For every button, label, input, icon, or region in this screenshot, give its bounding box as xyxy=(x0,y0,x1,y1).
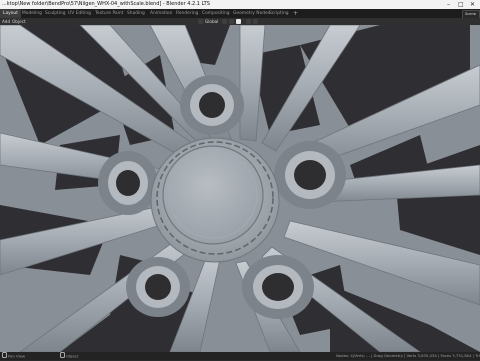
status-object-text: Object xyxy=(66,353,79,359)
add-workspace-button[interactable]: + xyxy=(293,9,298,18)
window-titlebar: ...ktop\New folder\BendPro\57\Nilgen_WHX… xyxy=(0,0,480,9)
tab-modeling[interactable]: Modeling xyxy=(22,9,42,18)
wheel-render xyxy=(0,25,480,352)
status-object: Object xyxy=(60,352,78,361)
window-title: ...ktop\New folder\BendPro\57\Nilgen_WHX… xyxy=(2,1,210,7)
snap-target-icon[interactable] xyxy=(236,19,241,24)
tab-shading[interactable]: Shading xyxy=(127,9,145,18)
tab-layout[interactable]: Layout xyxy=(0,9,21,18)
scene-label: Scene xyxy=(465,12,476,16)
magnet-icon[interactable] xyxy=(229,19,234,24)
minimize-button[interactable]: – xyxy=(447,0,450,9)
tab-compositing[interactable]: Compositing xyxy=(202,9,230,18)
hub xyxy=(150,137,280,263)
mouse-icon xyxy=(2,352,7,358)
proportional-icon[interactable] xyxy=(246,19,251,24)
3d-viewport[interactable] xyxy=(0,25,480,352)
close-button[interactable]: ✕ xyxy=(470,0,475,9)
transform-tool-group: Global xyxy=(198,18,272,25)
tab-animation[interactable]: Animation xyxy=(150,9,172,18)
tab-geometry-nodes[interactable]: Geometry Nodes xyxy=(233,9,270,18)
object-menu[interactable]: Object xyxy=(12,18,26,25)
add-menu[interactable]: Add xyxy=(2,18,10,25)
tab-sculpting[interactable]: Sculpting xyxy=(45,9,66,18)
tab-rendering[interactable]: Rendering xyxy=(176,9,198,18)
center-cap xyxy=(162,145,264,245)
pivot-icon[interactable] xyxy=(222,19,227,24)
falloff-icon[interactable] xyxy=(253,19,258,24)
status-hint-text: Pan View xyxy=(8,353,26,359)
status-bar: Pan View Object Nodes: 4|Verts: ... | Dr… xyxy=(0,352,480,360)
tab-uv-editing[interactable]: UV Editing xyxy=(68,9,91,18)
workspace-tabs-bar: Layout Modeling Sculpting UV Editing Tex… xyxy=(0,9,480,19)
orientation-icon[interactable] xyxy=(198,19,203,24)
orientation-selector[interactable]: Global xyxy=(205,18,218,25)
mouse-icon xyxy=(60,352,65,358)
tab-texture-paint[interactable]: Texture Paint xyxy=(95,9,123,18)
maximize-button[interactable]: □ xyxy=(458,0,464,9)
status-hint: Pan View xyxy=(2,352,25,361)
tab-scripting[interactable]: Scripting xyxy=(269,9,289,18)
scene-statistics: Nodes: 4|Verts: ... | Drag Geometry | Ve… xyxy=(336,353,480,358)
